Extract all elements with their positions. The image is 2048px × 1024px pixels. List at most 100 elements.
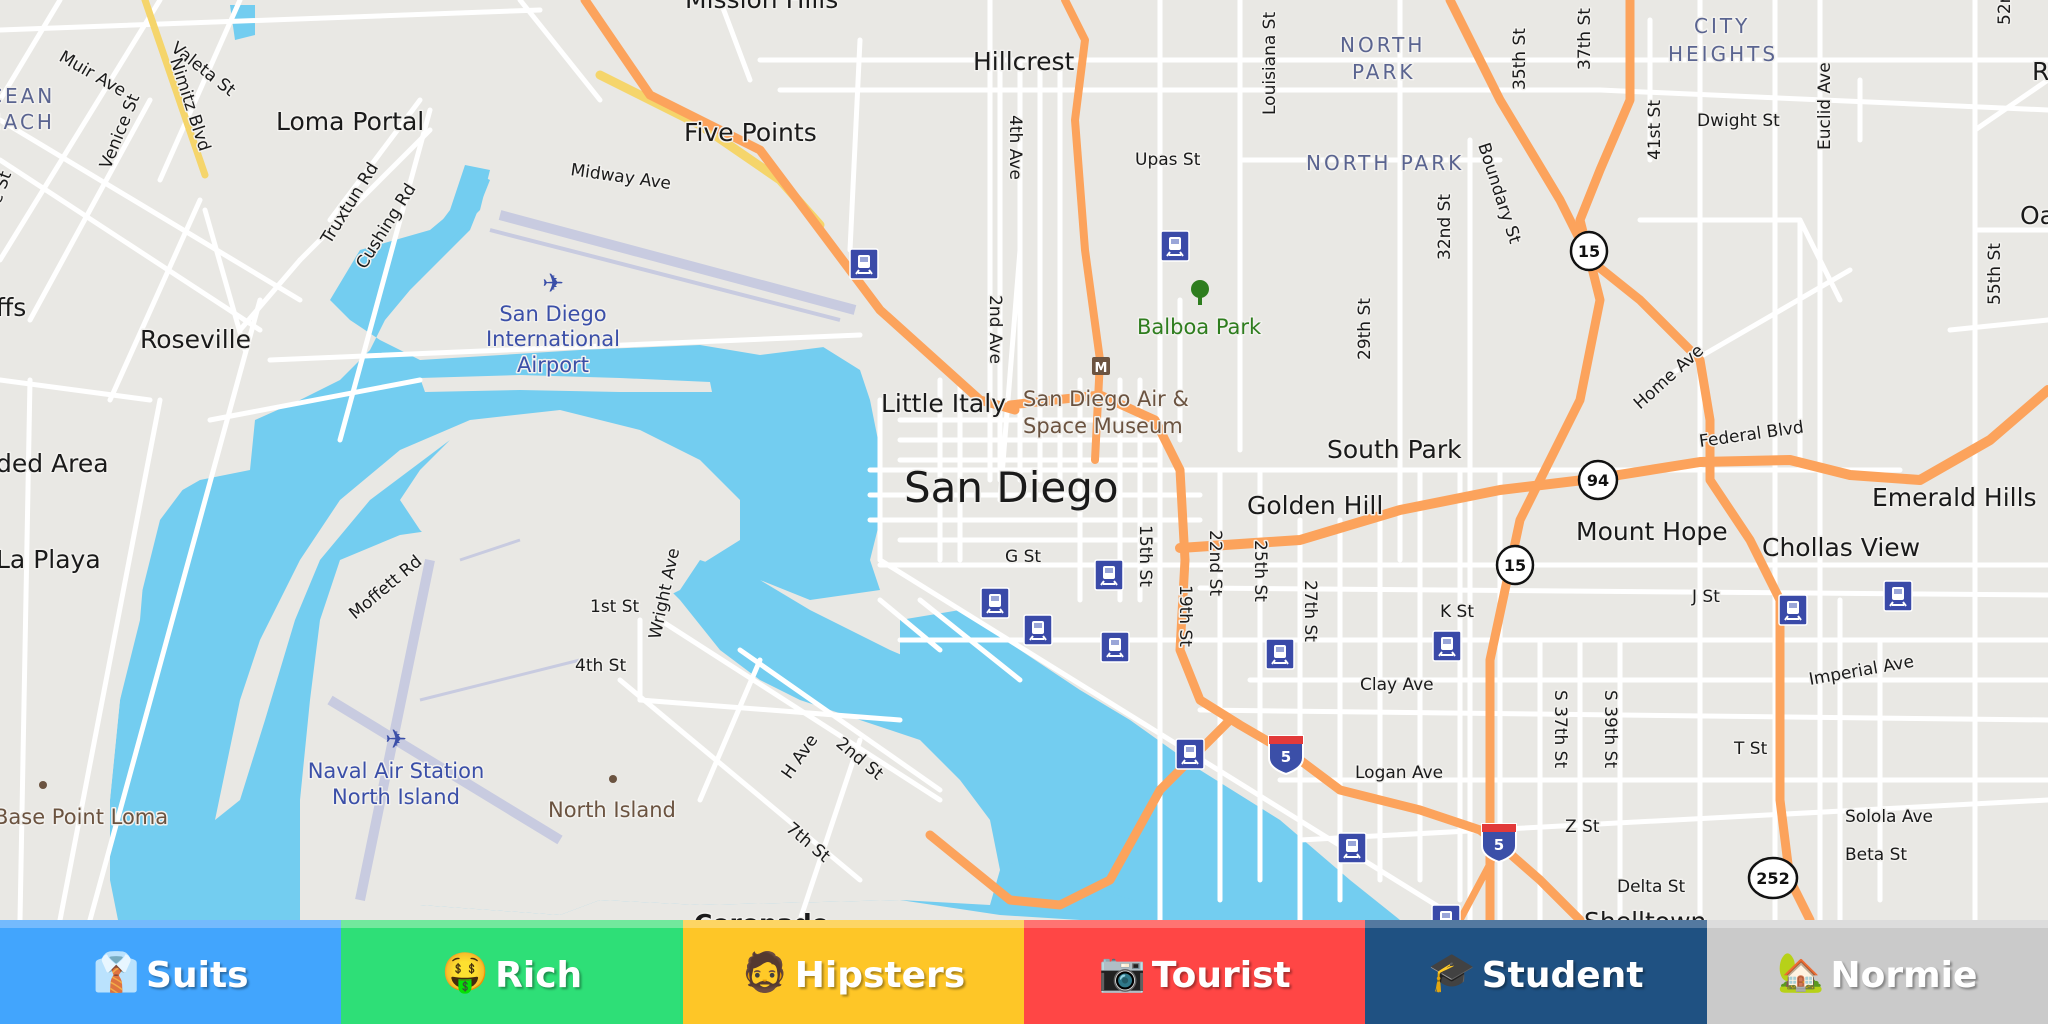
svg-text:94: 94 bbox=[1587, 471, 1609, 490]
neighborhood-label: Hillcrest bbox=[973, 47, 1075, 76]
legend-item-student[interactable]: 🎓 Student bbox=[1365, 920, 1707, 1024]
neighborhood-label: Oa bbox=[2020, 201, 2048, 230]
airport-label: International bbox=[486, 327, 620, 351]
district-label: PARK bbox=[1352, 60, 1415, 84]
street-label: J St bbox=[1691, 587, 1720, 607]
street-label: 4th Ave bbox=[1005, 115, 1025, 180]
legend-item-tourist[interactable]: 📷 Tourist bbox=[1023, 920, 1366, 1024]
tram-icon[interactable] bbox=[1337, 832, 1367, 864]
street-label: S 37th St bbox=[1550, 690, 1570, 768]
legend-bar: 👔 Suits 🤑 Rich 🧔 Hipsters 📷 Tourist 🎓 Student 🏡 Nor… bbox=[0, 920, 2048, 1024]
legend-label: Hipsters bbox=[794, 954, 966, 996]
legend-item-rich[interactable]: 🤑 Rich bbox=[341, 920, 683, 1024]
street-label: Solola Ave bbox=[1845, 807, 1933, 827]
student-emoji-icon: 🎓 bbox=[1428, 949, 1476, 994]
street-label: Dwight St bbox=[1697, 111, 1780, 131]
legend-strip bbox=[341, 920, 683, 928]
airport-label: Naval Air Station bbox=[308, 759, 485, 783]
street-label: 35th St bbox=[1510, 28, 1530, 90]
street-label: G St bbox=[1005, 547, 1041, 567]
route-15-shield[interactable]: 15 bbox=[1569, 230, 1609, 272]
neighborhood-label: Mount Hope bbox=[1576, 517, 1728, 546]
neighborhood-label: Mission Hills bbox=[685, 0, 838, 14]
legend-label: Tourist bbox=[1151, 954, 1291, 996]
tram-icon[interactable] bbox=[1100, 631, 1130, 663]
neighborhood-label: ffs bbox=[0, 293, 26, 322]
poi-label: Space Museum bbox=[1023, 414, 1183, 438]
street-label: 37th St bbox=[1575, 8, 1595, 70]
poi-label: San Diego Air & bbox=[1023, 387, 1189, 411]
legend-item-suits[interactable]: 👔 Suits bbox=[0, 920, 342, 1024]
legend-label: Normie bbox=[1830, 954, 1978, 996]
poi-dot bbox=[39, 781, 47, 789]
street-label: 1st St bbox=[590, 597, 640, 617]
city-label: San Diego bbox=[904, 463, 1119, 512]
legend-strip bbox=[682, 920, 1024, 928]
tram-icon[interactable] bbox=[1094, 559, 1124, 591]
tram-icon[interactable] bbox=[1265, 638, 1295, 670]
street-label: 15th St bbox=[1135, 525, 1155, 587]
district-label: NORTH PARK bbox=[1306, 151, 1464, 175]
legend-label: Suits bbox=[146, 954, 249, 996]
svg-text:15: 15 bbox=[1504, 556, 1526, 575]
street-label: Beta St bbox=[1845, 845, 1907, 865]
svg-text:M: M bbox=[1095, 361, 1108, 376]
svg-text:5: 5 bbox=[1281, 748, 1291, 766]
street-label: 25th St bbox=[1250, 540, 1270, 602]
airplane-icon: ✈ bbox=[385, 725, 407, 755]
street-label: Delta St bbox=[1617, 877, 1686, 897]
interstate-5-shield[interactable]: 5 bbox=[1268, 735, 1304, 776]
neighborhood-label: Little Italy bbox=[881, 389, 1006, 418]
neighborhood-label: South Park bbox=[1327, 435, 1462, 464]
tram-icon[interactable] bbox=[1023, 614, 1053, 646]
neighborhood-label: R bbox=[2032, 57, 2048, 86]
legend-label: Rich bbox=[495, 954, 583, 996]
street-label: 4th St bbox=[575, 656, 626, 676]
neighborhood-label: Chollas View bbox=[1762, 533, 1920, 562]
street-label: Upas St bbox=[1135, 150, 1201, 170]
svg-text:15: 15 bbox=[1578, 242, 1600, 261]
tram-icon[interactable] bbox=[849, 248, 879, 280]
tram-icon[interactable] bbox=[1432, 630, 1462, 662]
legend-item-hipsters[interactable]: 🧔 Hipsters bbox=[682, 920, 1024, 1024]
neighborhood-label: Roseville bbox=[140, 325, 251, 354]
route-15-shield[interactable]: 15 bbox=[1495, 544, 1535, 586]
map[interactable]: M ✈ ✈ 15 15 94 252 5 5 Mission Hills Hil… bbox=[0, 0, 2048, 1024]
street-label: K St bbox=[1440, 602, 1474, 622]
airport-label: San Diego bbox=[499, 302, 606, 326]
street-label: Louisiana St bbox=[1260, 12, 1280, 115]
svg-text:5: 5 bbox=[1494, 836, 1504, 854]
neighborhood-label: Loma Portal bbox=[276, 107, 424, 136]
street-label: Z St bbox=[1565, 817, 1600, 837]
district-label: EACH bbox=[0, 110, 55, 134]
street-label: 19th St bbox=[1175, 585, 1195, 647]
tram-icon[interactable] bbox=[1883, 580, 1913, 612]
route-94-shield[interactable]: 94 bbox=[1577, 459, 1619, 501]
interstate-5-shield[interactable]: 5 bbox=[1481, 823, 1517, 864]
airport-label: Airport bbox=[517, 353, 589, 377]
airplane-icon: ✈ bbox=[542, 269, 564, 299]
legend-strip bbox=[1023, 920, 1366, 928]
poi-dot bbox=[609, 775, 617, 783]
tram-icon[interactable] bbox=[1160, 230, 1190, 262]
tram-icon[interactable] bbox=[1175, 738, 1205, 770]
street-label: 22nd St bbox=[1205, 530, 1225, 596]
neighborhood-label: Emerald Hills bbox=[1872, 483, 2037, 512]
legend-strip bbox=[0, 920, 342, 928]
hipsters-emoji-icon: 🧔 bbox=[741, 949, 789, 994]
neighborhood-label: Golden Hill bbox=[1247, 491, 1383, 520]
street-label: 2nd Ave bbox=[985, 295, 1005, 364]
tram-icon[interactable] bbox=[980, 587, 1010, 619]
street-label: 32nd St bbox=[1435, 194, 1455, 260]
airport-label: North Island bbox=[332, 785, 460, 809]
route-252-shield[interactable]: 252 bbox=[1747, 856, 1799, 900]
legend-item-normie[interactable]: 🏡 Normie bbox=[1706, 920, 2048, 1024]
legend-strip bbox=[1706, 920, 2048, 928]
district-label: NORTH bbox=[1340, 33, 1425, 57]
street-label: Euclid Ave bbox=[1815, 62, 1835, 150]
legend-label: Student bbox=[1481, 954, 1644, 996]
park-label: Balboa Park bbox=[1137, 315, 1262, 339]
tram-icon[interactable] bbox=[1778, 594, 1808, 626]
poi-label: Base Point Loma bbox=[0, 805, 168, 829]
suits-emoji-icon: 👔 bbox=[92, 949, 141, 994]
